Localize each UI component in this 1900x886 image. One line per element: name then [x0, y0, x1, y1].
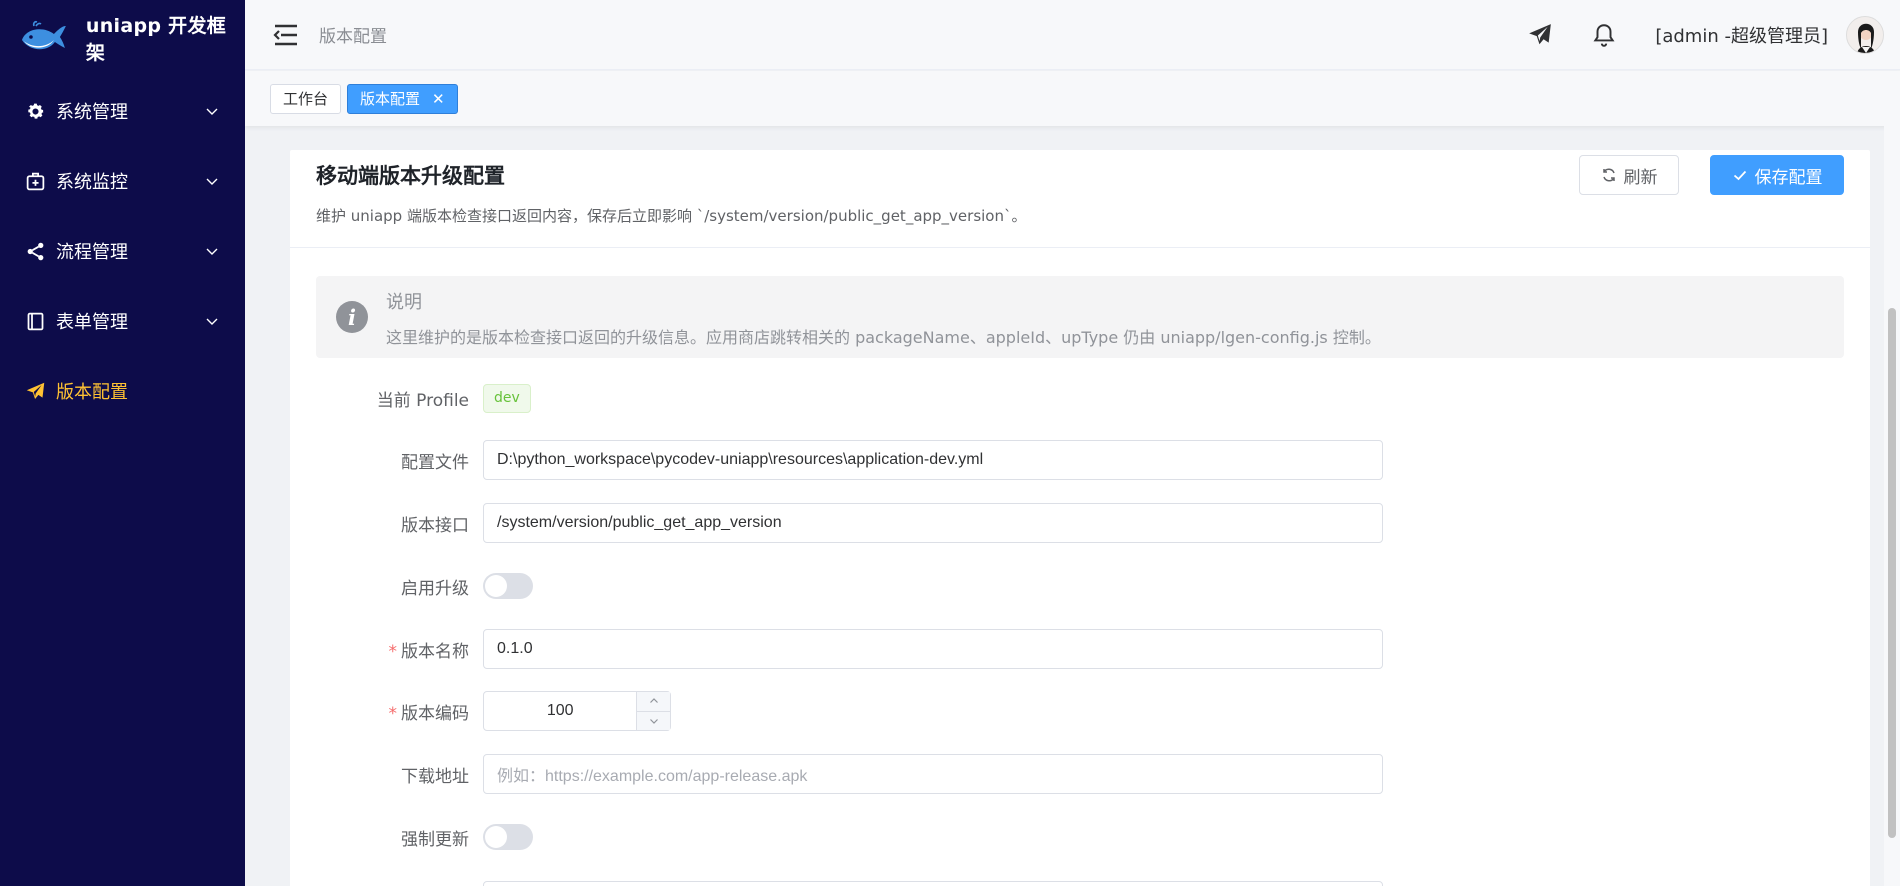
- sidebar-item-label: 流程管理: [56, 242, 128, 263]
- save-config-button[interactable]: 保存配置: [1710, 155, 1844, 195]
- sidebar-item-label: 版本配置: [56, 382, 128, 403]
- form-icon: [24, 310, 46, 332]
- refresh-icon: [1602, 168, 1615, 182]
- avatar[interactable]: [1846, 15, 1884, 54]
- form-row-download: 下载地址 例如：https://example.com/app-release.…: [290, 754, 1870, 794]
- chevron-down-icon: [206, 318, 218, 325]
- config-file-field[interactable]: D:\python_workspace\pycodev-uniapp\resou…: [483, 440, 1383, 480]
- sidebar-item-workflow[interactable]: 流程管理: [0, 216, 245, 286]
- api-label: 版本接口: [401, 515, 469, 536]
- info-icon: i: [336, 301, 368, 333]
- required-mark: *: [388, 641, 398, 662]
- tag-label: 工作台: [283, 90, 329, 108]
- check-icon: [1733, 170, 1746, 181]
- main-content: 移动端版本升级配置 维护 uniapp 端版本检查接口返回内容，保存后立即影响 …: [245, 126, 1900, 886]
- sidebar: uniapp 开发框架 系统管理 系统监控 流程管理 表单管理 版本配置: [0, 0, 245, 886]
- profile-label: 当前 Profile: [376, 390, 469, 411]
- info-alert: i 说明 这里维护的是版本检查接口返回的升级信息。应用商店跳转相关的 packa…: [316, 276, 1844, 358]
- close-icon[interactable]: ✕: [432, 90, 445, 108]
- tag-label: 版本配置: [360, 90, 421, 108]
- chevron-down-icon: [649, 718, 658, 724]
- share-icon: [24, 240, 46, 262]
- header-right: [admin -超级管理员]: [1527, 15, 1900, 54]
- next-field[interactable]: [483, 881, 1383, 886]
- version-name-field[interactable]: 0.1.0: [483, 629, 1383, 669]
- profile-tag: dev: [483, 383, 531, 413]
- bell-icon[interactable]: [1591, 22, 1617, 48]
- scrollbar-thumb[interactable]: [1888, 308, 1896, 838]
- form-row-force: 强制更新: [290, 817, 1870, 857]
- gear-icon: [24, 100, 46, 122]
- form-row-version-code: * 版本编码 100: [290, 691, 1870, 731]
- config-file-label: 配置文件: [401, 452, 469, 473]
- force-label: 强制更新: [401, 829, 469, 850]
- decrease-button[interactable]: [637, 712, 670, 731]
- sidebar-menu: 系统管理 系统监控 流程管理 表单管理 版本配置: [0, 76, 245, 426]
- increase-button[interactable]: [637, 692, 670, 712]
- sidebar-item-version-config[interactable]: 版本配置: [0, 356, 245, 426]
- required-mark: *: [388, 703, 398, 724]
- alert-title: 说明: [386, 292, 422, 313]
- tag-workbench[interactable]: 工作台: [270, 83, 342, 114]
- sidebar-item-system-monitor[interactable]: 系统监控: [0, 146, 245, 216]
- stepper-controls: [636, 692, 670, 730]
- send-icon: [24, 380, 46, 402]
- refresh-button[interactable]: 刷新: [1579, 155, 1679, 195]
- logo[interactable]: uniapp 开发框架: [0, 0, 245, 76]
- form-row-profile: 当前 Profile dev: [290, 378, 1870, 418]
- form-row-api: 版本接口 /system/version/public_get_app_vers…: [290, 503, 1870, 543]
- version-code-value[interactable]: 100: [484, 692, 636, 730]
- alert-text: 这里维护的是版本检查接口返回的升级信息。应用商店跳转相关的 packageNam…: [386, 328, 1381, 347]
- version-name-label: 版本名称: [401, 641, 469, 662]
- breadcrumb[interactable]: 版本配置: [319, 22, 387, 47]
- scrollbar-track[interactable]: [1884, 126, 1900, 886]
- download-url-field[interactable]: 例如：https://example.com/app-release.apk: [483, 754, 1383, 794]
- save-label: 保存配置: [1754, 167, 1823, 188]
- sidebar-item-system-management[interactable]: 系统管理: [0, 76, 245, 146]
- sidebar-item-label: 表单管理: [56, 312, 128, 333]
- chevron-down-icon: [206, 248, 218, 255]
- version-code-label: 版本编码: [401, 703, 469, 724]
- enable-label: 启用升级: [401, 578, 469, 599]
- monitor-icon: [24, 170, 46, 192]
- send-icon[interactable]: [1527, 22, 1553, 48]
- whale-logo-icon: [21, 21, 66, 50]
- download-label: 下载地址: [401, 766, 469, 787]
- version-api-field[interactable]: /system/version/public_get_app_version: [483, 503, 1383, 543]
- version-code-label-wrap: * 版本编码: [290, 699, 483, 724]
- chevron-up-icon: [649, 698, 658, 704]
- sidebar-item-form-management[interactable]: 表单管理: [0, 286, 245, 356]
- sidebar-item-label: 系统管理: [56, 102, 128, 123]
- sidebar-item-label: 系统监控: [56, 172, 128, 193]
- form-row-version-name: * 版本名称 0.1.0: [290, 629, 1870, 669]
- page-description: 维护 uniapp 端版本检查接口返回内容，保存后立即影响 `/system/v…: [316, 207, 1027, 225]
- refresh-label: 刷新: [1623, 167, 1658, 188]
- card-header: 移动端版本升级配置 维护 uniapp 端版本检查接口返回内容，保存后立即影响 …: [290, 150, 1870, 248]
- tags-view: 工作台 版本配置 ✕: [245, 71, 1900, 126]
- tag-version-config[interactable]: 版本配置 ✕: [347, 83, 458, 114]
- force-update-switch[interactable]: [483, 824, 533, 850]
- version-name-label-wrap: * 版本名称: [290, 637, 483, 662]
- version-code-stepper[interactable]: 100: [483, 691, 671, 731]
- chevron-down-icon: [206, 178, 218, 185]
- form-row-enable: 启用升级: [290, 566, 1870, 606]
- menu-collapse-icon[interactable]: [273, 23, 299, 47]
- chevron-down-icon: [206, 108, 218, 115]
- form-row-config-file: 配置文件 D:\python_workspace\pycodev-uniapp\…: [290, 440, 1870, 480]
- version-config-card: 移动端版本升级配置 维护 uniapp 端版本检查接口返回内容，保存后立即影响 …: [290, 150, 1870, 886]
- user-name[interactable]: [admin -超级管理员]: [1655, 22, 1828, 48]
- app-title: uniapp 开发框架: [85, 15, 227, 64]
- top-header: 版本配置 [admin -超级管理员]: [245, 0, 1900, 70]
- enable-upgrade-switch[interactable]: [483, 573, 533, 599]
- form-row-next: [290, 881, 1870, 886]
